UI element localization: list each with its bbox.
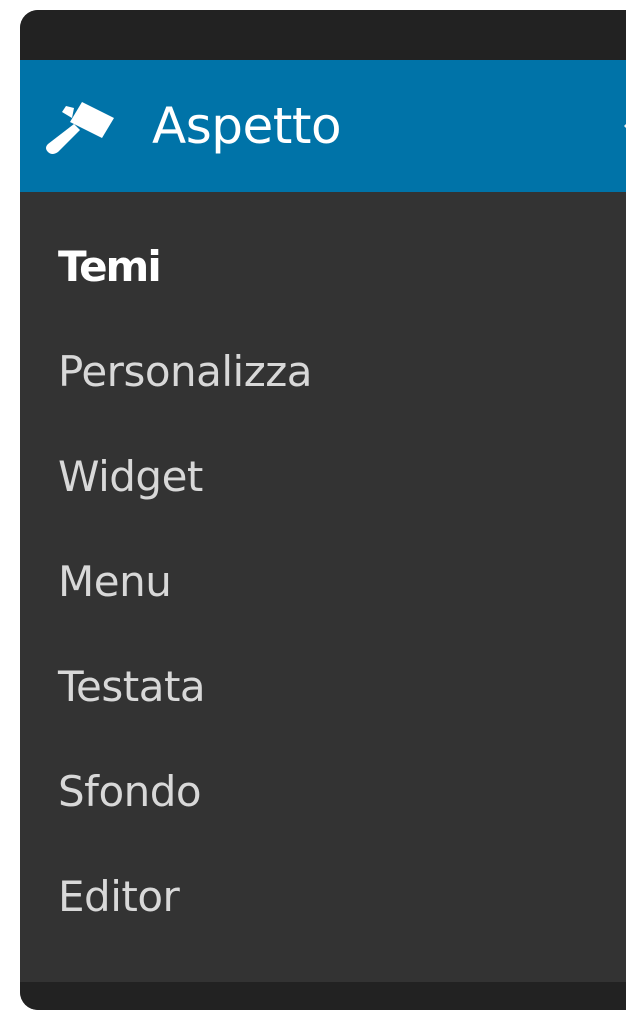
menu-bottom-divider [20,982,626,1010]
submenu-item-temi[interactable]: Temi [58,238,312,343]
menu-item-label: Aspetto [152,97,342,155]
submenu-item-menu[interactable]: Menu [58,553,312,658]
submenu-item-sfondo[interactable]: Sfondo [58,763,312,868]
menu-top-divider [20,10,626,60]
submenu-item-personalizza[interactable]: Personalizza [58,343,313,448]
submenu: Temi Personalizza Widget Menu Testata Sf… [20,192,626,982]
admin-sidebar-menu: Aspetto Temi Personalizza Widget Menu Te… [20,10,626,1010]
submenu-item-widget[interactable]: Widget [58,448,312,553]
paintbrush-icon [46,102,114,154]
submenu-item-editor[interactable]: Editor [58,868,312,973]
menu-item-aspetto[interactable]: Aspetto [20,60,626,192]
submenu-item-testata[interactable]: Testata [58,658,312,763]
submenu-list: Temi Personalizza Widget Menu Testata Sf… [58,238,313,973]
